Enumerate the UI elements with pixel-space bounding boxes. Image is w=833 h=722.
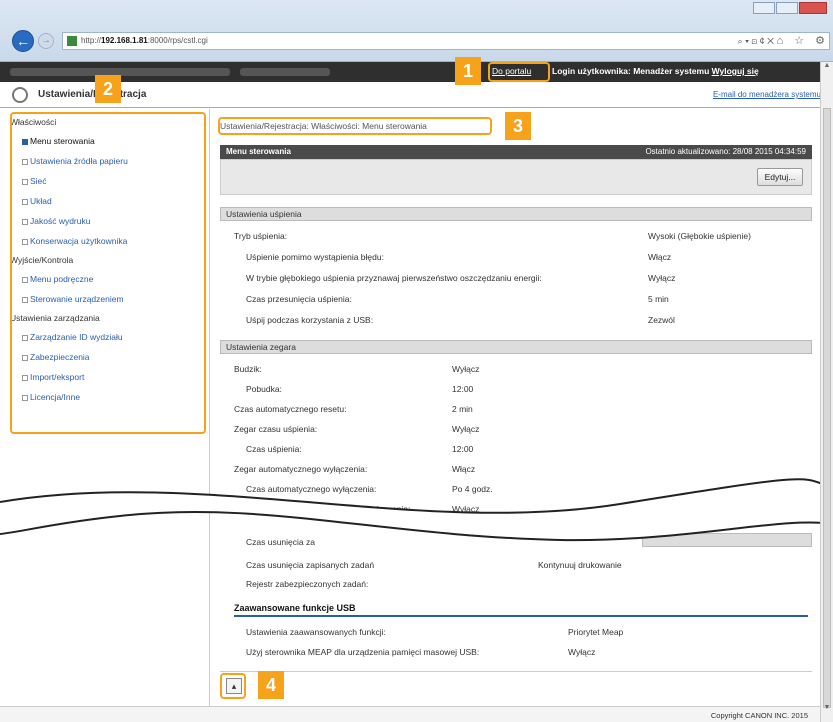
divider — [220, 671, 812, 672]
address-bar[interactable]: http://192.168.1.81:8000/rps/cstl.cgi ⌕ … — [62, 32, 830, 50]
setting-value: Wyłącz — [648, 273, 676, 283]
scrollbar[interactable]: ▲ ▼ — [820, 62, 833, 722]
setting-value: Zezwól — [648, 315, 675, 325]
setting-value: 12:00 — [452, 444, 474, 454]
setting-value: Wysoki (Głębokie uśpienie) — [648, 231, 751, 241]
callout-box-breadcrumb — [218, 117, 492, 135]
toolbar-icons[interactable]: ⌂ ☆ ⚙ — [777, 34, 829, 47]
setting-label: Czas usunięcia zapisanych zadań — [246, 560, 375, 570]
setting-label: Zegar automatycznego wyłączenia: — [234, 464, 368, 474]
login-info: Login użytkownika: Menadżer systemu Wylo… — [552, 66, 759, 76]
panel-toolbar: Edytuj... — [220, 159, 812, 195]
blurred-device-info — [240, 68, 330, 76]
setting-value: 2 min — [452, 404, 473, 414]
callout-number: 1 — [455, 57, 481, 85]
edit-button[interactable]: Edytuj... — [757, 168, 803, 186]
callout-box-portal — [488, 62, 550, 82]
page-break-wave — [0, 478, 833, 542]
setting-value: Wyłącz — [452, 424, 480, 434]
usb-section-header: Zaawansowane funkcje USB — [234, 603, 808, 617]
setting-value: Wyłącz — [568, 647, 596, 657]
scroll-down-icon[interactable]: ▼ — [821, 704, 833, 716]
setting-label: Czas automatycznego resetu: — [234, 404, 347, 414]
panel-title: Menu sterowania — [226, 147, 291, 156]
back-button[interactable]: ← — [12, 30, 34, 52]
setting-value: Wyłącz — [452, 364, 480, 374]
login-text: Login użytkownika: Menadżer systemu — [552, 66, 710, 76]
page-title-bar: Ustawienia/Rejestracja E-mail do menadże… — [0, 82, 833, 108]
callout-box-top-button — [220, 673, 246, 699]
callout-number: 4 — [258, 671, 284, 699]
address-bar-icons[interactable]: ⌕ ▾ ⊡ ¢ ✕ — [738, 33, 774, 49]
minimize-button[interactable] — [753, 2, 775, 14]
settings-gear-icon — [12, 87, 28, 103]
setting-label: Ustawienia zaawansowanych funkcji: — [246, 627, 386, 637]
admin-email-link[interactable]: E-mail do menadżera systemu — [713, 90, 821, 99]
setting-label: Uśpienie pomimo wystąpienia błędu: — [246, 252, 384, 262]
callout-number: 3 — [505, 112, 531, 140]
footer: Copyright CANON INC. 2015 — [0, 706, 820, 722]
scroll-thumb[interactable] — [823, 108, 831, 708]
setting-label: Tryb uśpienia: — [234, 231, 288, 241]
setting-label: Czas uśpienia: — [246, 444, 302, 454]
setting-value: 5 min — [648, 294, 669, 304]
window-controls — [753, 2, 827, 14]
setting-label: Rejestr zabezpieczonych zadań: — [246, 579, 369, 589]
setting-label: Pobudka: — [246, 384, 282, 394]
logout-link[interactable]: Wyloguj się — [712, 66, 759, 76]
setting-value: Kontynuuj drukowanie — [538, 560, 622, 570]
callout-number: 2 — [95, 75, 121, 103]
setting-label: W trybie głębokiego uśpienia przyznawaj … — [246, 273, 542, 283]
setting-label: Użyj sterownika MEAP dla urządzenia pami… — [246, 647, 480, 657]
setting-label: Zegar czasu uśpienia: — [234, 424, 318, 434]
setting-value: Priorytet Meap — [568, 627, 624, 637]
sleep-section-header: Ustawienia uśpienia — [220, 207, 812, 221]
setting-value: 12:00 — [452, 384, 474, 394]
setting-value: Włącz — [648, 252, 672, 262]
setting-label: Uśpij podczas korzystania z USB: — [246, 315, 374, 325]
last-updated: Ostatnio aktualizowano: 28/08 2015 04:34… — [645, 147, 806, 156]
main-content: Ustawienia/Rejestracja: Właściwości: Men… — [212, 109, 820, 714]
scroll-up-icon[interactable]: ▲ — [821, 62, 833, 74]
panel-header: Menu sterowania Ostatnio aktualizowano: … — [220, 145, 812, 159]
setting-label: Czas przesunięcia uśpienia: — [246, 294, 352, 304]
setting-value: Włącz — [452, 464, 476, 474]
forward-button[interactable]: → — [38, 33, 54, 49]
clock-section-header: Ustawienia zegara — [220, 340, 812, 354]
remote-ui-header: Do portalu Login użytkownika: Menadżer s… — [0, 62, 833, 82]
url-host: 192.168.1.81 — [101, 36, 148, 45]
copyright: Copyright CANON INC. 2015 — [710, 711, 808, 720]
url-rest: :8000/rps/cstl.cgi — [147, 36, 208, 45]
page-title: Ustawienia/Rejestracja — [38, 89, 147, 100]
url-prefix: http:// — [81, 36, 102, 45]
site-icon — [67, 36, 77, 46]
callout-box-sidebar — [10, 112, 206, 434]
close-window-button[interactable] — [799, 2, 827, 14]
setting-label: Budzik: — [234, 364, 262, 374]
maximize-button[interactable] — [776, 2, 798, 14]
browser-chrome: ← → http://192.168.1.81:8000/rps/cstl.cg… — [0, 0, 833, 62]
